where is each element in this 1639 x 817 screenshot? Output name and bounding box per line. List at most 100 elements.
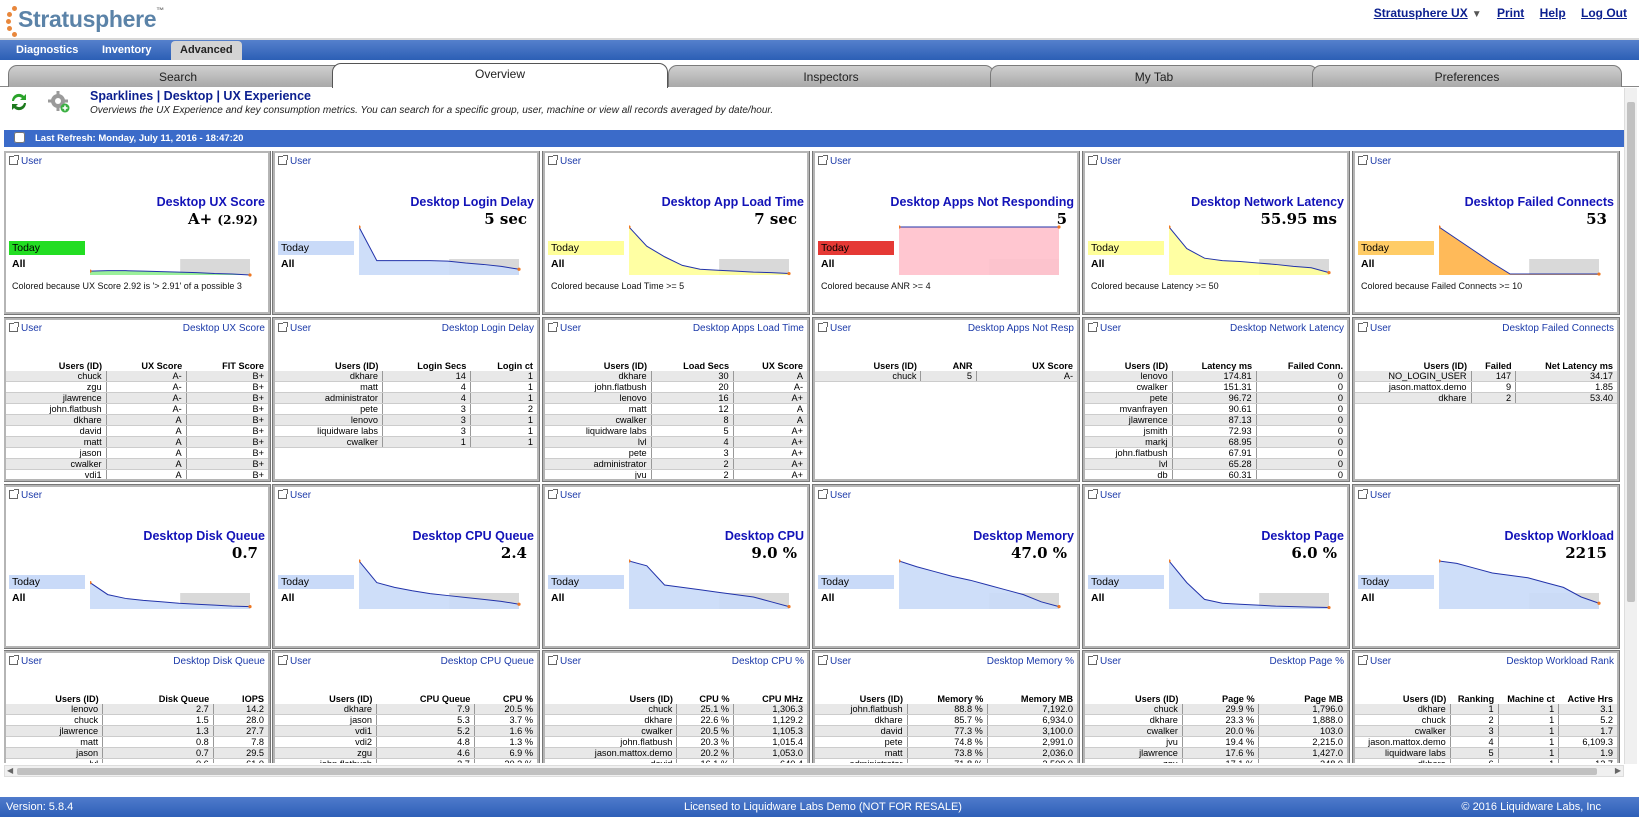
column-header[interactable]: ANR <box>920 360 977 371</box>
table-row[interactable]: jlawrence 1.3 27.7 <box>6 725 268 738</box>
tab-inspectors[interactable]: Inspectors <box>668 65 994 87</box>
popout-icon[interactable] <box>278 155 288 165</box>
column-header[interactable]: Users (ID) <box>1085 360 1173 371</box>
table-row[interactable]: dkhare 85.7 % 6,934.0 <box>815 714 1077 727</box>
table-title-link[interactable]: Desktop Disk Queue <box>173 656 265 667</box>
column-header[interactable]: CPU Queue <box>376 693 475 704</box>
today-label[interactable]: Today <box>818 575 894 589</box>
column-header[interactable]: Login Secs <box>382 360 471 371</box>
column-header[interactable]: Page % <box>1182 693 1259 704</box>
user-link[interactable]: User <box>278 155 311 167</box>
user-link[interactable]: User <box>9 655 42 667</box>
table-title-link[interactable]: Desktop Memory % <box>987 656 1074 667</box>
popout-icon[interactable] <box>1088 155 1098 165</box>
table-row[interactable]: cwalker A B+ <box>6 458 268 471</box>
all-label[interactable]: All <box>12 592 25 604</box>
table-row[interactable]: pete 74.8 % 2,991.0 <box>815 736 1077 749</box>
metric-title[interactable]: Desktop CPU <box>725 529 804 543</box>
table-title-link[interactable]: Desktop UX Score <box>183 323 265 334</box>
column-header[interactable]: Disk Queue <box>102 693 214 704</box>
table-row[interactable]: john.flatbush 88.8 % 7,192.0 <box>815 704 1077 716</box>
user-link[interactable]: User <box>1088 489 1121 501</box>
tab-my-tab[interactable]: My Tab <box>990 65 1318 87</box>
table-title-link[interactable]: Desktop Network Latency <box>1230 323 1344 334</box>
today-label[interactable]: Today <box>1358 241 1434 255</box>
table-row[interactable]: chuck 2 1 5.2 <box>1355 714 1617 727</box>
today-label[interactable]: Today <box>1088 575 1164 589</box>
column-header[interactable]: Failed <box>1471 360 1516 371</box>
table-row[interactable]: dkhare 1 1 3.1 <box>1355 704 1617 716</box>
table-row[interactable]: liquidware labs 3 1 <box>275 425 537 438</box>
popout-icon[interactable] <box>9 489 19 499</box>
user-link[interactable]: User <box>548 655 581 667</box>
user-link[interactable]: User <box>548 155 581 167</box>
table-row[interactable]: administrator 4 1 <box>275 392 537 405</box>
today-label[interactable]: Today <box>818 241 894 255</box>
metric-title[interactable]: Desktop Login Delay <box>410 195 534 209</box>
table-row[interactable]: pete 96.72 0 <box>1085 392 1347 405</box>
tab-search[interactable]: Search <box>8 65 348 87</box>
table-row[interactable]: zgu 4.6 6.9 % <box>275 747 537 760</box>
table-row[interactable]: lvl 65.28 0 <box>1085 458 1347 471</box>
popout-icon[interactable] <box>1358 322 1368 332</box>
horizontal-scrollbar[interactable]: ◀ ▶ <box>4 765 1624 777</box>
user-link[interactable]: User <box>818 155 851 167</box>
table-title-link[interactable]: Desktop CPU % <box>732 656 804 667</box>
user-link[interactable]: User <box>1358 155 1391 167</box>
table-row[interactable]: pete 3 A+ <box>545 447 807 460</box>
table-row[interactable]: jsmith 72.93 0 <box>1085 425 1347 438</box>
table-row[interactable]: chuck A- B+ <box>6 371 268 383</box>
user-link[interactable]: User <box>1088 322 1121 334</box>
table-row[interactable]: db 60.31 0 <box>1085 469 1347 479</box>
column-header[interactable]: Failed Conn. <box>1256 360 1347 371</box>
table-row[interactable]: dkhare 22.6 % 1,129.2 <box>545 714 807 727</box>
column-header[interactable]: Users (ID) <box>6 693 103 704</box>
table-row[interactable]: cwalker 20.5 % 1,105.3 <box>545 725 807 738</box>
table-row[interactable]: matt 73.8 % 2,036.0 <box>815 747 1077 760</box>
user-link[interactable]: User <box>9 155 42 167</box>
table-row[interactable]: david16.1 %640.4 <box>545 758 807 763</box>
popout-icon[interactable] <box>548 655 558 665</box>
column-header[interactable]: Memory % <box>907 693 988 704</box>
table-row[interactable]: chuck 5 A- <box>815 371 1077 383</box>
table-row[interactable]: liquidware labs 5 A+ <box>545 425 807 438</box>
column-header[interactable]: Machine ct <box>1498 693 1559 704</box>
table-row[interactable]: dkhare6112.7 <box>1355 758 1617 763</box>
metric-title[interactable]: Desktop Apps Not Responding <box>890 195 1074 209</box>
table-row[interactable]: zgu A- B+ <box>6 381 268 394</box>
popout-icon[interactable] <box>9 655 19 665</box>
metric-title[interactable]: Desktop Memory <box>973 529 1074 543</box>
today-label[interactable]: Today <box>9 241 85 255</box>
logout-link[interactable]: Log Out <box>1581 6 1627 20</box>
table-row[interactable]: david 77.3 % 3,100.0 <box>815 725 1077 738</box>
table-row[interactable]: matt 0.8 7.8 <box>6 736 268 749</box>
tab-preferences[interactable]: Preferences <box>1312 65 1622 87</box>
user-link[interactable]: User <box>9 489 42 501</box>
table-row[interactable]: jason A B+ <box>6 447 268 460</box>
column-header[interactable]: Users (ID) <box>6 360 107 371</box>
popout-icon[interactable] <box>1358 489 1368 499</box>
refresh-icon[interactable] <box>9 91 29 113</box>
metric-title[interactable]: Desktop Failed Connects <box>1465 195 1614 209</box>
user-link[interactable]: User <box>1358 489 1391 501</box>
metric-title[interactable]: Desktop CPU Queue <box>412 529 534 543</box>
table-row[interactable]: matt 4 1 <box>275 381 537 394</box>
column-header[interactable]: Active Hrs <box>1558 693 1617 704</box>
table-row[interactable]: markj 68.95 0 <box>1085 436 1347 449</box>
column-header[interactable]: IOPS <box>213 693 268 704</box>
column-header[interactable]: Load Secs <box>651 360 734 371</box>
dropdown-arrow-icon[interactable]: ▼ <box>1472 9 1482 20</box>
all-label[interactable]: All <box>551 592 564 604</box>
table-row[interactable]: matt A B+ <box>6 436 268 449</box>
user-link[interactable]: User <box>278 655 311 667</box>
table-row[interactable]: dkhare 14 1 <box>275 371 537 383</box>
user-link[interactable]: User <box>548 489 581 501</box>
column-header[interactable]: Latency ms <box>1172 360 1257 371</box>
popout-icon[interactable] <box>1088 322 1098 332</box>
all-label[interactable]: All <box>821 592 834 604</box>
popout-icon[interactable] <box>1358 655 1368 665</box>
user-link[interactable]: User <box>1358 655 1391 667</box>
table-row[interactable]: pete 3 2 <box>275 403 537 416</box>
table-row[interactable]: jlawrence A- B+ <box>6 392 268 405</box>
table-row[interactable]: administrator71.8 %2,509.0 <box>815 758 1077 763</box>
